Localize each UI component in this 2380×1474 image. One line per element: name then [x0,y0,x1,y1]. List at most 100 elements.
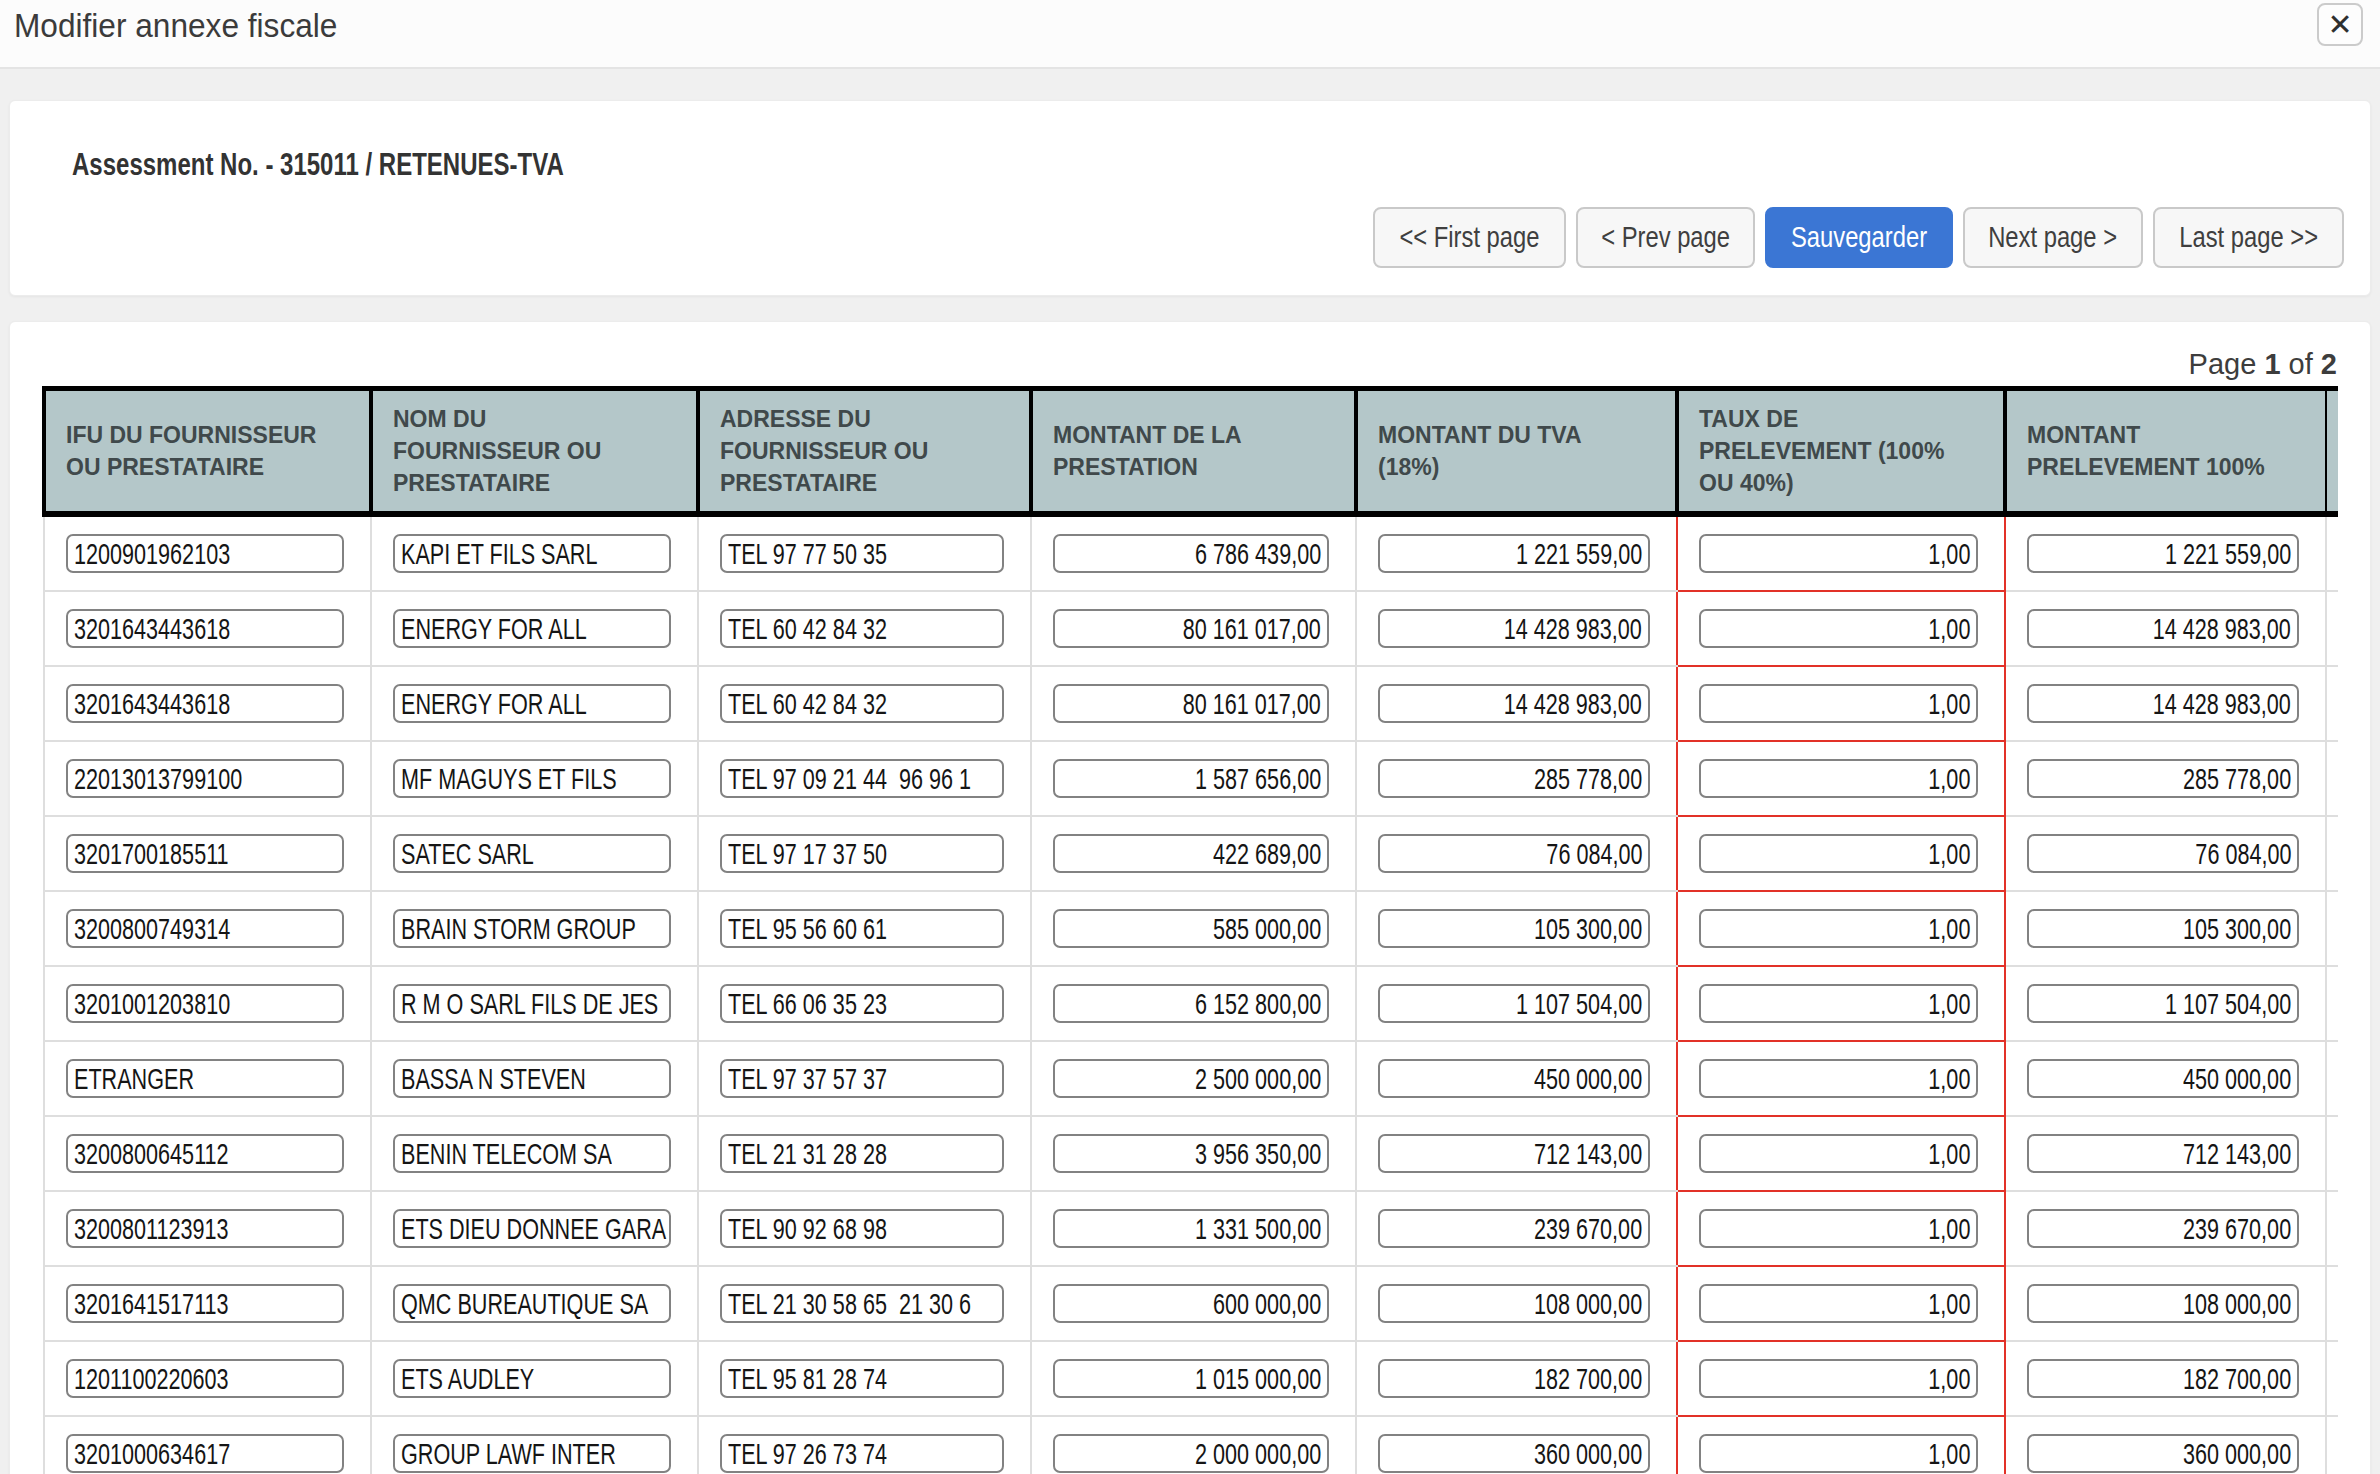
cell-input[interactable]: 3201643443618 [66,609,344,648]
cell-input[interactable]: 1 015 000,00 [1053,1359,1329,1398]
cell-input[interactable]: 1 221 559,00 [1378,534,1650,573]
cell-input[interactable]: 2 500 000,00 [1053,1059,1329,1098]
cell-input[interactable]: BRAIN STORM GROUP [393,909,671,948]
save-button[interactable]: Sauvegarder [1765,207,1953,268]
cell-input[interactable]: 14 428 983,00 [1378,684,1650,723]
cell-input[interactable]: 182 700,00 [2027,1359,2299,1398]
cell-input[interactable]: 1 107 504,00 [2027,984,2299,1023]
cell-input[interactable]: TEL 97 17 37 50 [720,834,1004,873]
cell-input[interactable]: 1,00 [1699,984,1978,1023]
cell-input[interactable]: ENERGY FOR ALL [393,684,671,723]
cell-input[interactable]: ETS DIEU DONNEE GARA [393,1209,671,1248]
cell-input[interactable]: 1,00 [1699,1209,1978,1248]
cell-input[interactable]: 1200901962103 [66,534,344,573]
cell-input[interactable]: TEL 66 06 35 23 [720,984,1004,1023]
cell-input[interactable]: 600 000,00 [1053,1284,1329,1323]
cell-input[interactable]: 80 161 017,00 [1053,684,1329,723]
cell-input[interactable]: 1 587 656,00 [1053,759,1329,798]
cell-input[interactable]: 182 700,00 [1378,1359,1650,1398]
table-cell: 6 152 800,00 [1031,966,1356,1041]
cell-input[interactable]: 285 778,00 [2027,759,2299,798]
cell-input[interactable]: 14 428 983,00 [2027,684,2299,723]
cell-input[interactable]: 1201100220603 [66,1359,344,1398]
cell-input[interactable]: TEL 60 42 84 32 [720,684,1004,723]
cell-input[interactable]: 712 143,00 [2027,1134,2299,1173]
cell-input[interactable]: 1,00 [1699,909,1978,948]
cell-input[interactable]: 1,00 [1699,684,1978,723]
cell-input[interactable]: 1,00 [1699,1059,1978,1098]
next-page-button[interactable]: Next page > [1963,207,2142,268]
cell-input[interactable]: 2 000 000,00 [1053,1434,1329,1473]
last-page-button[interactable]: Last page >> [2153,207,2344,268]
cell-input[interactable]: 3201643443618 [66,684,344,723]
cell-input[interactable]: 6 786 439,00 [1053,534,1329,573]
table-panel: Page 1 of 2 IFU DU FOURNISSEUR OU PRESTA… [9,321,2371,1474]
cell-input[interactable]: 1 107 504,00 [1378,984,1650,1023]
cell-input[interactable]: 14 428 983,00 [2027,609,2299,648]
cell-input[interactable]: 585 000,00 [1053,909,1329,948]
cell-input[interactable]: 76 084,00 [2027,834,2299,873]
cell-input[interactable]: ENERGY FOR ALL [393,609,671,648]
cell-input[interactable]: 1 331 500,00 [1053,1209,1329,1248]
cell-input[interactable]: 1 221 559,00 [2027,534,2299,573]
cell-input[interactable]: 3200800749314 [66,909,344,948]
cell-input[interactable]: BENIN TELECOM SA [393,1134,671,1173]
cell-input[interactable]: 239 670,00 [1378,1209,1650,1248]
cell-input[interactable]: 105 300,00 [2027,909,2299,948]
cell-input[interactable]: 76 084,00 [1378,834,1650,873]
cell-input[interactable]: 108 000,00 [1378,1284,1650,1323]
cell-input[interactable]: 3200801123913 [66,1209,344,1248]
cell-input[interactable]: TEL 97 77 50 35 [720,534,1004,573]
cell-input[interactable]: 3201001203810 [66,984,344,1023]
cell-input[interactable]: 1,00 [1699,1359,1978,1398]
cell-input[interactable]: 3201641517113 [66,1284,344,1323]
cell-input[interactable]: 22013013799100 [66,759,344,798]
cell-input[interactable]: 3200800645112 [66,1134,344,1173]
cell-input[interactable]: QMC BUREAUTIQUE SA [393,1284,671,1323]
cell-input[interactable]: TEL 21 31 28 28 [720,1134,1004,1173]
cell-input[interactable]: 1,00 [1699,1284,1978,1323]
cell-input[interactable]: 1,00 [1699,609,1978,648]
cell-input[interactable]: TEL 95 56 60 61 [720,909,1004,948]
cell-input[interactable]: SATEC SARL [393,834,671,873]
cell-input[interactable]: 450 000,00 [2027,1059,2299,1098]
table-cell [2326,741,2338,816]
cell-input[interactable]: 1,00 [1699,1434,1978,1473]
cell-input[interactable]: 360 000,00 [1378,1434,1650,1473]
cell-input[interactable]: TEL 90 92 68 98 [720,1209,1004,1248]
cell-input[interactable]: KAPI ET FILS SARL [393,534,671,573]
close-button[interactable]: ✕ [2317,3,2363,46]
cell-input[interactable]: TEL 21 30 58 65 21 30 6 [720,1284,1004,1323]
cell-input[interactable]: 422 689,00 [1053,834,1329,873]
cell-input[interactable]: ETRANGER [66,1059,344,1098]
cell-input[interactable]: 450 000,00 [1378,1059,1650,1098]
cell-input[interactable]: 80 161 017,00 [1053,609,1329,648]
cell-input[interactable]: 239 670,00 [2027,1209,2299,1248]
cell-input[interactable]: 6 152 800,00 [1053,984,1329,1023]
cell-input[interactable]: R M O SARL FILS DE JES [393,984,671,1023]
cell-input[interactable]: 285 778,00 [1378,759,1650,798]
cell-input[interactable]: TEL 60 42 84 32 [720,609,1004,648]
cell-input[interactable]: 1,00 [1699,834,1978,873]
cell-input[interactable]: 108 000,00 [2027,1284,2299,1323]
cell-input[interactable]: 1,00 [1699,759,1978,798]
cell-input[interactable]: 360 000,00 [2027,1434,2299,1473]
cell-input[interactable]: TEL 97 26 73 74 [720,1434,1004,1473]
cell-input[interactable]: ETS AUDLEY [393,1359,671,1398]
cell-input[interactable]: TEL 97 37 57 37 [720,1059,1004,1098]
prev-page-button[interactable]: < Prev page [1576,207,1755,268]
cell-input[interactable]: 3 956 350,00 [1053,1134,1329,1173]
cell-input[interactable]: 712 143,00 [1378,1134,1650,1173]
first-page-button[interactable]: << First page [1373,207,1566,268]
cell-input[interactable]: GROUP LAWF INTER [393,1434,671,1473]
cell-input[interactable]: 105 300,00 [1378,909,1650,948]
cell-input[interactable]: BASSA N STEVEN [393,1059,671,1098]
cell-input[interactable]: TEL 95 81 28 74 [720,1359,1004,1398]
cell-input[interactable]: 14 428 983,00 [1378,609,1650,648]
cell-input[interactable]: TEL 97 09 21 44 96 96 1 [720,759,1004,798]
cell-input[interactable]: 3201000634617 [66,1434,344,1473]
cell-input[interactable]: MF MAGUYS ET FILS [393,759,671,798]
cell-input[interactable]: 1,00 [1699,1134,1978,1173]
cell-input[interactable]: 1,00 [1699,534,1978,573]
cell-input[interactable]: 3201700185511 [66,834,344,873]
